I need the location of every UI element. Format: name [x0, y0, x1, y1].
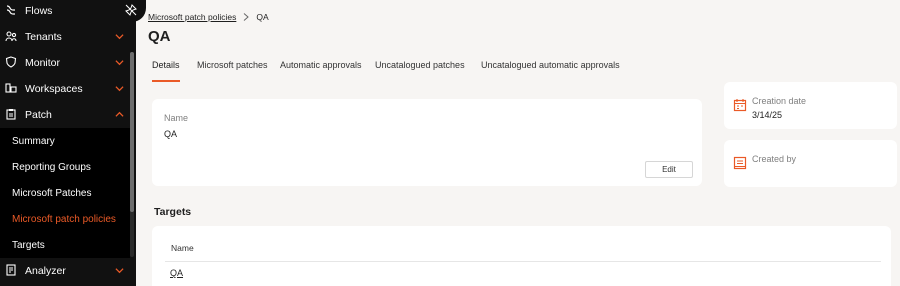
- sidebar-item-monitor[interactable]: Monitor: [0, 50, 136, 76]
- sidebar-item-tenants[interactable]: Tenants: [0, 24, 136, 50]
- chevron-up-icon: [115, 111, 124, 117]
- unpin-icon: [125, 4, 137, 16]
- sidebar-subitem-label: Reporting Groups: [12, 162, 91, 173]
- breadcrumb: Microsoft patch policies QA: [148, 12, 269, 22]
- created-by-card: [724, 140, 897, 187]
- breadcrumb-link-parent[interactable]: Microsoft patch policies: [148, 12, 236, 22]
- sidebar-subitem-label: Microsoft Patches: [12, 188, 92, 199]
- chevron-right-icon: [244, 13, 250, 21]
- targets-column-name[interactable]: Name: [171, 243, 194, 253]
- targets-header-divider: [165, 261, 881, 262]
- details-card: [152, 99, 702, 186]
- sidebar-subitem-label: Microsoft patch policies: [12, 214, 116, 225]
- tenants-icon: [5, 31, 17, 42]
- created-by-label: Created by: [752, 154, 797, 164]
- chevron-down-icon: [115, 34, 124, 40]
- flows-icon: [6, 5, 15, 15]
- sidebar-subitem-label: Targets: [12, 240, 45, 251]
- chevron-down-icon: [115, 86, 124, 92]
- sidebar-scrollbar[interactable]: [130, 52, 134, 257]
- chevron-down-icon: [115, 60, 124, 66]
- clipboard-icon: [6, 109, 16, 120]
- calendar-icon: [733, 99, 747, 112]
- name-field-value: QA: [164, 129, 178, 139]
- edit-button[interactable]: Edit: [645, 161, 693, 178]
- name-field-label: Name: [164, 113, 189, 123]
- creation-date-card: [724, 82, 897, 129]
- sidebar-subitem-reporting-groups[interactable]: Reporting Groups: [0, 154, 130, 180]
- tab-automatic-approvals[interactable]: Automatic approvals: [280, 60, 362, 82]
- sidebar-item-workspaces[interactable]: Workspaces: [0, 76, 136, 102]
- sidebar-scrollbar-thumb[interactable]: [130, 52, 134, 212]
- targets-row-name-link[interactable]: QA: [170, 268, 183, 278]
- tab-microsoft-patches[interactable]: Microsoft patches: [197, 60, 268, 82]
- creation-date-label: Creation date: [752, 96, 807, 106]
- sidebar-subitem-targets[interactable]: Targets: [0, 232, 130, 258]
- unpin-sidebar-button[interactable]: [116, 0, 146, 22]
- sidebar-subitem-summary[interactable]: Summary: [0, 128, 130, 154]
- sidebar: Flows Tenants Monitor Workspaces Patch S…: [0, 0, 136, 286]
- targets-table-card: [152, 226, 891, 286]
- sidebar-item-analyzer[interactable]: Analyzer: [0, 258, 136, 284]
- shield-icon: [5, 56, 17, 68]
- sidebar-item-label: Flows: [25, 5, 53, 17]
- sidebar-item-label: Workspaces: [25, 83, 83, 95]
- sidebar-item-label: Tenants: [25, 31, 62, 43]
- creation-date-value: 3/14/25: [752, 110, 783, 120]
- breadcrumb-current: QA: [256, 12, 269, 22]
- sidebar-item-label: Monitor: [25, 57, 61, 69]
- sidebar-item-label: Patch: [25, 109, 52, 121]
- analyzer-icon: [6, 264, 16, 276]
- user-card-icon: [733, 156, 747, 170]
- sidebar-subitem-microsoft-patches[interactable]: Microsoft Patches: [0, 180, 130, 206]
- sidebar-subitem-microsoft-patch-policies[interactable]: Microsoft patch policies: [0, 206, 130, 232]
- chevron-down-icon: [115, 268, 124, 274]
- tab-details[interactable]: Details: [152, 60, 180, 82]
- workspaces-icon: [5, 83, 17, 93]
- sidebar-subitem-label: Summary: [12, 136, 55, 147]
- sidebar-item-label: Analyzer: [25, 265, 66, 277]
- page-title: QA: [148, 28, 171, 45]
- targets-section-title: Targets: [154, 206, 192, 218]
- tab-uncatalogued-patches[interactable]: Uncatalogued patches: [375, 60, 465, 82]
- sidebar-item-patch[interactable]: Patch: [0, 102, 136, 128]
- tab-uncatalogued-automatic-approvals[interactable]: Uncatalogued automatic approvals: [481, 60, 620, 82]
